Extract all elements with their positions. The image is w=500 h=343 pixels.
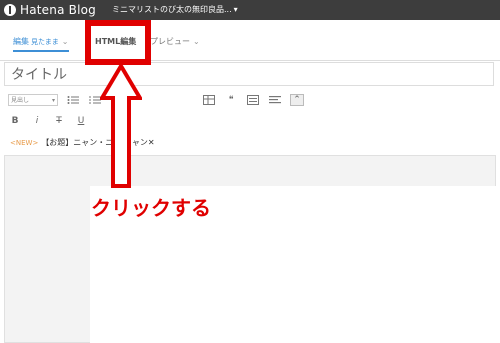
title-placeholder: タイトル	[11, 67, 67, 83]
hatena-logo-icon	[4, 4, 16, 16]
tab-edit-wysiwyg[interactable]: 編集 見たまま ⌄	[13, 37, 69, 52]
bullet-list-icon[interactable]	[66, 94, 80, 106]
quote-icon[interactable]: ❝	[224, 94, 238, 106]
underline-icon[interactable]: U	[74, 115, 88, 127]
top-bar: Hatena Blog ミニマリストのび太の無印良品... ▾	[0, 0, 500, 20]
annotation-label: クリックする	[91, 196, 211, 220]
arrow-up-icon	[100, 64, 142, 188]
table-icon[interactable]	[202, 94, 216, 106]
strikethrough-icon[interactable]: T	[52, 115, 66, 127]
heading-select[interactable]: 見出し	[8, 94, 58, 107]
tab-edit-sublabel: 見たまま	[31, 38, 59, 46]
caret-down-icon: ▾	[233, 5, 238, 14]
format-toolbar-row-1: 見出し ❝ ⌃	[8, 93, 312, 107]
collapse-toolbar-icon[interactable]: ⌃	[290, 94, 304, 106]
new-badge: <NEW>	[10, 139, 39, 147]
tab-preview[interactable]: プレビュー ⌄	[150, 37, 200, 47]
bold-icon[interactable]: B	[8, 115, 22, 127]
blog-selector[interactable]: ミニマリストのび太の無印良品... ▾	[112, 4, 238, 16]
tab-preview-label: プレビュー	[150, 37, 190, 46]
tab-edit-label: 編集	[13, 37, 29, 46]
heading-select-value: 見出し	[11, 97, 30, 104]
chevron-down-icon: ⌄	[193, 37, 200, 46]
blog-name: ミニマリストのび太の無印良品...	[112, 5, 232, 14]
chevron-down-icon: ⌄	[61, 37, 69, 46]
logo-text: Hatena Blog	[20, 3, 96, 17]
hatena-blog-logo[interactable]: Hatena Blog	[4, 2, 96, 18]
highlight-box	[85, 20, 151, 65]
title-input[interactable]: タイトル	[4, 62, 494, 86]
editor-tabs: 編集 見たまま ⌄ HTML編集 プレビュー ⌄	[0, 20, 500, 61]
align-icon[interactable]	[268, 94, 282, 106]
block-icon[interactable]	[246, 94, 260, 106]
format-toolbar-row-2: B i T U	[8, 114, 96, 128]
italic-icon[interactable]: i	[30, 115, 44, 127]
